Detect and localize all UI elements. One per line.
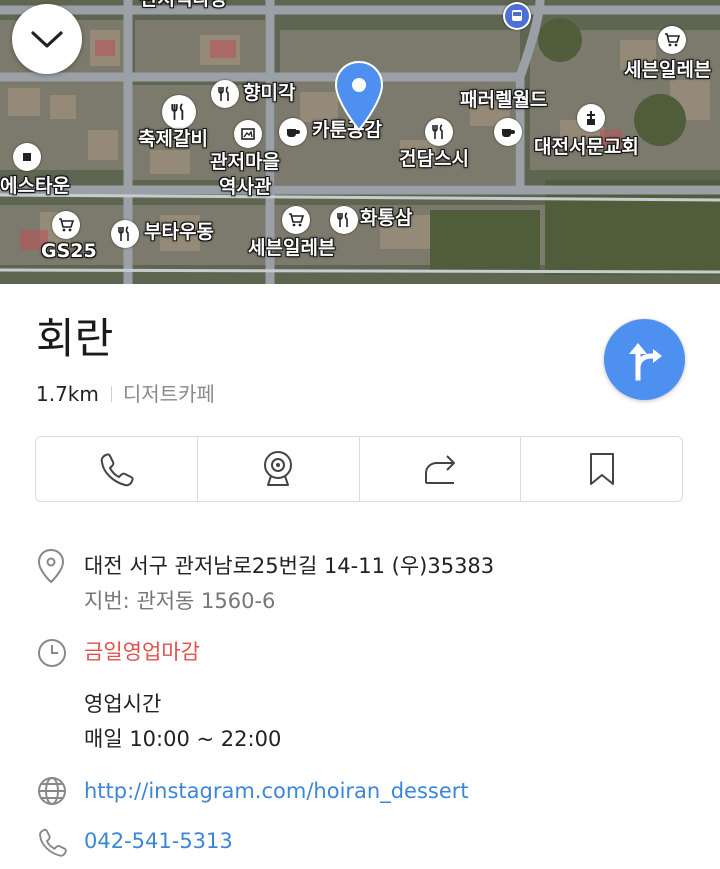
restaurant-icon[interactable]: [162, 95, 196, 129]
clock-icon: [38, 639, 66, 667]
church-icon[interactable]: [577, 104, 605, 132]
poi-label[interactable]: 세븐일레븐: [248, 239, 335, 258]
bookmark-icon: [589, 453, 614, 485]
address-text[interactable]: 대전 서구 관저남로25번길 14-11 (우)35383: [84, 556, 494, 577]
phone-icon: [39, 828, 67, 857]
meta-divider: [110, 386, 112, 402]
restaurant-icon[interactable]: [330, 206, 358, 234]
map-view[interactable]: 관저떡다방 향미각 축제갈비 카툰공감 패러렐월드 세븐일레븐 대전서문교회 건…: [0, 0, 720, 284]
poi-label[interactable]: 부타우동: [144, 223, 214, 242]
poi-label[interactable]: 패러렐월드: [460, 91, 547, 110]
poi-label[interactable]: 역사관: [219, 178, 271, 197]
share-button[interactable]: [360, 437, 522, 501]
place-name: 회란: [36, 314, 114, 363]
street-view-button[interactable]: [198, 437, 360, 501]
poi-label[interactable]: 에스타운: [0, 177, 70, 196]
poi-label[interactable]: 대전서문교회: [534, 138, 639, 157]
poi-label[interactable]: 관저떡다방: [140, 0, 227, 9]
hours-text: 매일 10:00 ~ 22:00: [84, 727, 282, 751]
poi-label[interactable]: 향미각: [243, 84, 295, 103]
share-icon: [424, 455, 455, 484]
call-button[interactable]: [36, 437, 198, 501]
place-distance: 1.7km: [36, 382, 99, 406]
action-bar: [35, 436, 683, 502]
cafe-icon[interactable]: [279, 118, 307, 146]
chevron-down-icon: [31, 31, 63, 48]
poi-label[interactable]: 세븐일레븐: [624, 61, 711, 80]
phone-link[interactable]: 042-541-5313: [84, 831, 233, 852]
restaurant-icon[interactable]: [425, 118, 453, 146]
hours-title: 영업시간: [84, 692, 162, 716]
directions-button[interactable]: [604, 319, 685, 400]
place-meta: 1.7km 디저트카페: [36, 378, 215, 407]
restaurant-icon[interactable]: [211, 80, 239, 108]
location-pin-icon[interactable]: [333, 60, 385, 138]
poi-label[interactable]: 관저마을: [210, 153, 280, 172]
business-status[interactable]: 금일영업마감: [84, 642, 200, 663]
bus-stop-icon[interactable]: [503, 2, 531, 30]
building-icon[interactable]: [13, 143, 41, 171]
museum-icon[interactable]: [234, 120, 262, 148]
directions-turn-icon: [628, 342, 662, 380]
shopping-cart-icon[interactable]: [282, 206, 310, 234]
shopping-cart-icon[interactable]: [658, 26, 686, 54]
poi-label[interactable]: 건담스시: [399, 150, 469, 169]
poi-label[interactable]: 화통삼: [360, 209, 412, 228]
restaurant-icon[interactable]: [111, 220, 139, 248]
map-pin-icon: [37, 548, 65, 584]
website-link[interactable]: http://instagram.com/hoiran_dessert: [84, 781, 469, 802]
lot-address-text: 지번: 관저동 1560-6: [84, 589, 276, 613]
poi-label[interactable]: GS25: [41, 242, 97, 261]
shopping-cart-icon[interactable]: [52, 211, 80, 239]
globe-icon: [38, 777, 66, 805]
poi-label[interactable]: 축제갈비: [138, 130, 208, 149]
cafe-icon[interactable]: [494, 118, 522, 146]
collapse-map-button[interactable]: [12, 4, 82, 74]
save-button[interactable]: [521, 437, 682, 501]
webcam-icon: [264, 451, 293, 486]
phone-icon: [101, 453, 135, 487]
place-category: 디저트카페: [122, 382, 215, 406]
